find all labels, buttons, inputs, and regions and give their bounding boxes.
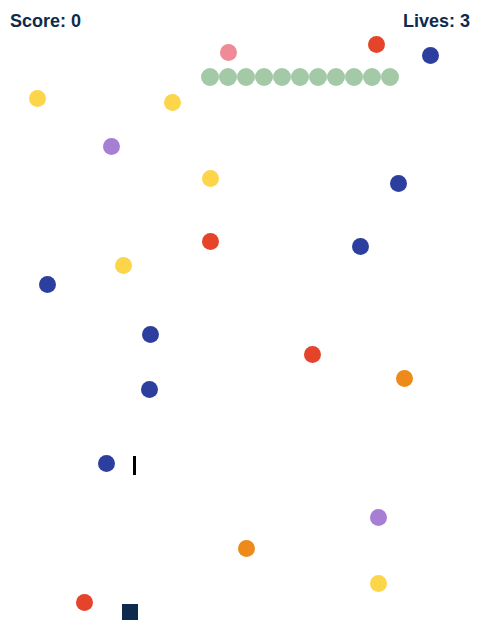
mushroom-dot — [39, 276, 56, 293]
centipede-segment — [381, 68, 399, 86]
mushroom-dot — [29, 90, 46, 107]
centipede-segment — [201, 68, 219, 86]
mushroom-dot — [115, 257, 132, 274]
mushroom-dot — [220, 44, 237, 61]
score-label: Score: 0 — [10, 9, 81, 33]
mushroom-dot — [368, 36, 385, 53]
centipede-segment — [237, 68, 255, 86]
mushroom-dot — [141, 381, 158, 398]
mushroom-dot — [396, 370, 413, 387]
mushroom-dot — [304, 346, 321, 363]
centipede-segment — [327, 68, 345, 86]
centipede-segment — [255, 68, 273, 86]
centipede-segment — [219, 68, 237, 86]
lives-label: Lives: 3 — [403, 9, 470, 33]
mushroom-dot — [238, 540, 255, 557]
mushroom-dot — [98, 455, 115, 472]
bullet — [133, 456, 136, 475]
mushroom-dot — [142, 326, 159, 343]
mushroom-dot — [76, 594, 93, 611]
mushroom-dot — [202, 233, 219, 250]
mushroom-dot — [422, 47, 439, 64]
centipede-segment — [309, 68, 327, 86]
mushroom-dot — [164, 94, 181, 111]
player-ship[interactable] — [122, 604, 138, 620]
game-screen: Score: 0 Lives: 3 — [0, 0, 480, 640]
mushroom-dot — [352, 238, 369, 255]
mushroom-dot — [390, 175, 407, 192]
centipede-segment — [363, 68, 381, 86]
mushroom-dot — [370, 575, 387, 592]
centipede-segment — [273, 68, 291, 86]
mushroom-dot — [202, 170, 219, 187]
mushroom-dot — [370, 509, 387, 526]
centipede-segment — [345, 68, 363, 86]
centipede-segment — [291, 68, 309, 86]
hud: Score: 0 Lives: 3 — [0, 0, 480, 33]
mushroom-dot — [103, 138, 120, 155]
